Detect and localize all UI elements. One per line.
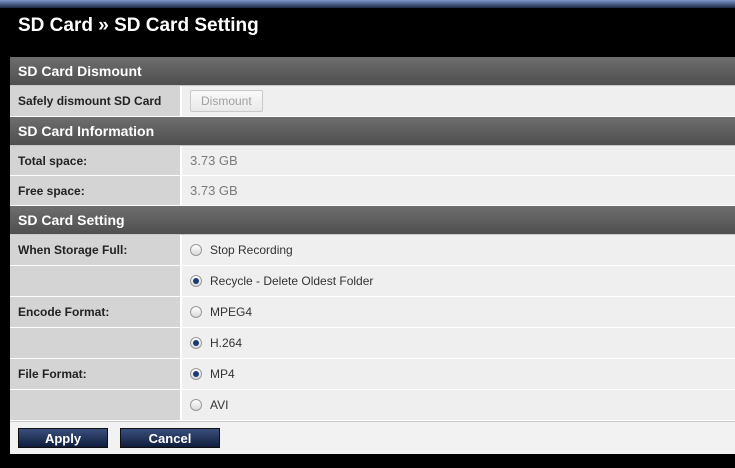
radio-recycle-delete[interactable] xyxy=(190,275,202,287)
label-encode-format: Encode Format: xyxy=(10,297,182,327)
option-mpeg4-label: MPEG4 xyxy=(210,305,253,319)
apply-button[interactable]: Apply xyxy=(18,428,108,448)
option-recycle-delete[interactable]: Recycle - Delete Oldest Folder xyxy=(190,274,373,288)
label-empty xyxy=(10,390,182,420)
section-header-dismount: SD Card Dismount xyxy=(10,57,735,86)
option-avi[interactable]: AVI xyxy=(190,398,228,412)
top-accent-bar xyxy=(0,0,735,8)
value-file-1: MP4 xyxy=(182,359,735,389)
option-mp4-label: MP4 xyxy=(210,367,235,381)
value-encode-2: H.264 xyxy=(182,328,735,358)
row-storage-full-2: Recycle - Delete Oldest Folder xyxy=(10,266,735,297)
value-file-2: AVI xyxy=(182,390,735,420)
option-stop-recording[interactable]: Stop Recording xyxy=(190,243,293,257)
value-total-space: 3.73 GB xyxy=(182,146,735,175)
page-title: SD Card » SD Card Setting xyxy=(18,15,259,36)
radio-mp4[interactable] xyxy=(190,368,202,380)
value-storage-full-2: Recycle - Delete Oldest Folder xyxy=(182,266,735,296)
row-free-space: Free space: 3.73 GB xyxy=(10,176,735,206)
option-stop-recording-label: Stop Recording xyxy=(210,243,293,257)
label-storage-full: When Storage Full: xyxy=(10,235,182,265)
radio-mpeg4[interactable] xyxy=(190,306,202,318)
footer-actions: Apply Cancel xyxy=(10,421,735,454)
option-avi-label: AVI xyxy=(210,398,229,412)
label-safely-dismount: Safely dismount SD Card xyxy=(10,86,182,116)
value-free-space: 3.73 GB xyxy=(182,176,735,205)
option-recycle-delete-label: Recycle - Delete Oldest Folder xyxy=(210,274,374,288)
label-file-format: File Format: xyxy=(10,359,182,389)
dismount-button[interactable]: Dismount xyxy=(190,90,263,112)
settings-panel: SD Card Dismount Safely dismount SD Card… xyxy=(10,57,735,454)
cancel-button[interactable]: Cancel xyxy=(120,428,220,448)
value-dismount: Dismount xyxy=(182,86,735,116)
row-total-space: Total space: 3.73 GB xyxy=(10,146,735,176)
option-mp4[interactable]: MP4 xyxy=(190,367,235,381)
row-encode-2: H.264 xyxy=(10,328,735,359)
row-encode-1: Encode Format: MPEG4 xyxy=(10,297,735,328)
label-free-space: Free space: xyxy=(10,176,182,205)
value-storage-full-1: Stop Recording xyxy=(182,235,735,265)
radio-avi[interactable] xyxy=(190,399,202,411)
section-header-setting: SD Card Setting xyxy=(10,206,735,235)
option-mpeg4[interactable]: MPEG4 xyxy=(190,305,252,319)
option-h264[interactable]: H.264 xyxy=(190,336,242,350)
radio-stop-recording[interactable] xyxy=(190,244,202,256)
label-total-space: Total space: xyxy=(10,146,182,175)
row-storage-full-1: When Storage Full: Stop Recording xyxy=(10,235,735,266)
section-header-information: SD Card Information xyxy=(10,117,735,146)
row-file-2: AVI xyxy=(10,390,735,421)
page: SD Card » SD Card Setting SD Card Dismou… xyxy=(0,0,735,468)
label-empty xyxy=(10,266,182,296)
label-empty xyxy=(10,328,182,358)
radio-h264[interactable] xyxy=(190,337,202,349)
row-dismount: Safely dismount SD Card Dismount xyxy=(10,86,735,117)
option-h264-label: H.264 xyxy=(210,336,243,350)
value-encode-1: MPEG4 xyxy=(182,297,735,327)
row-file-1: File Format: MP4 xyxy=(10,359,735,390)
